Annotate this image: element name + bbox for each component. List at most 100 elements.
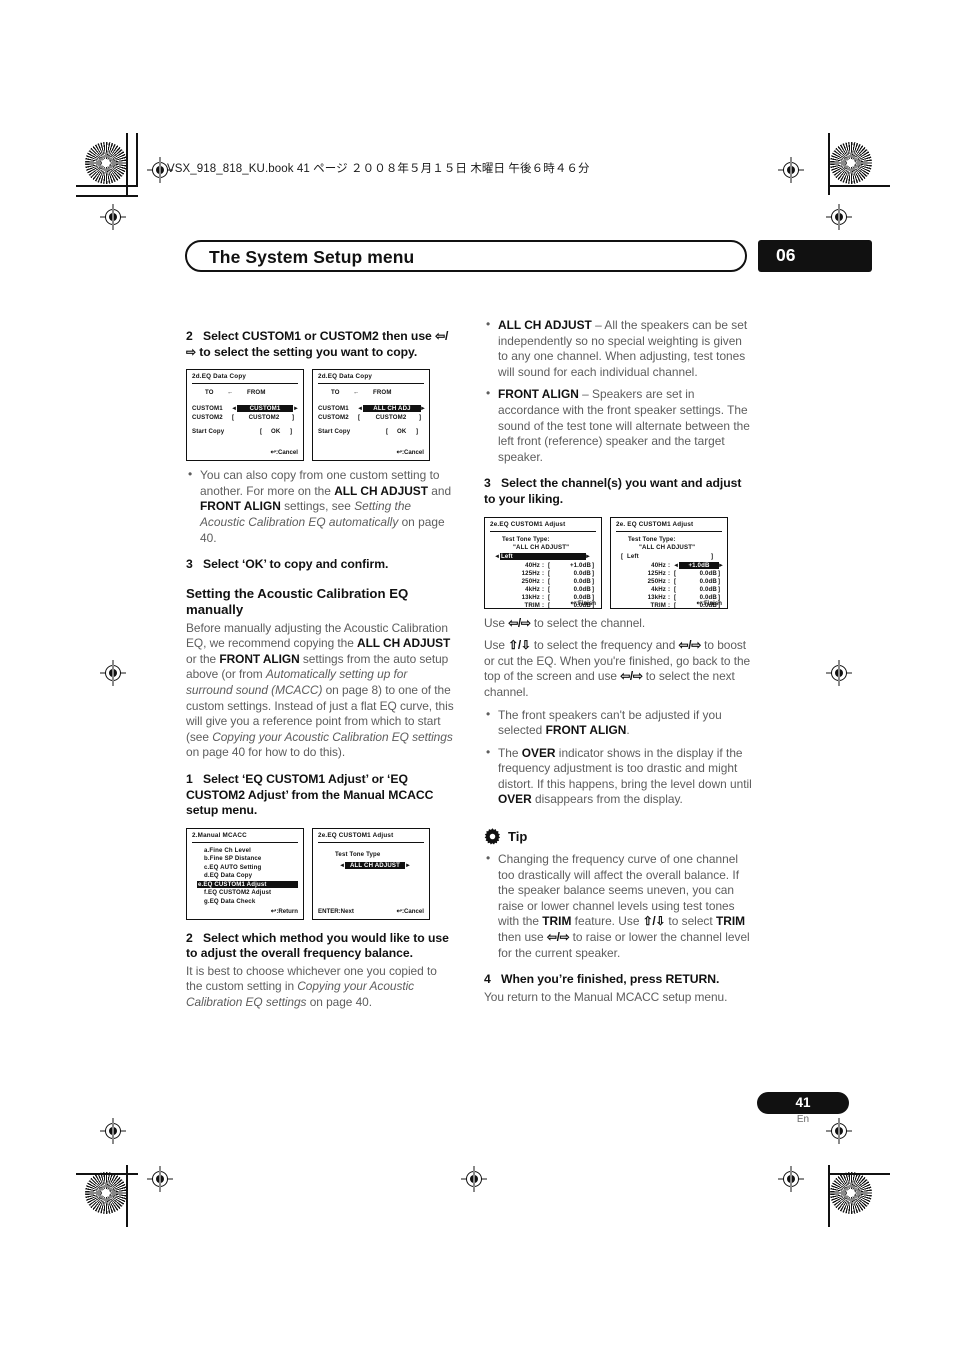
left-right-arrow-glyph: ⇦/⇨	[508, 615, 531, 630]
term-front-align: FRONT ALIGN	[498, 387, 579, 402]
lcd-freq-open-3: [	[548, 585, 551, 593]
bullet-tip-trim: Changing the frequency curve of one chan…	[484, 851, 754, 961]
lcd-divider	[192, 383, 298, 385]
lcd-freq-close-1: ]	[718, 569, 721, 577]
lcd-screen-data-copy-1: 2d.EQ Data Copy TO ← FROM CUSTOM1 ◄ CUST…	[186, 369, 304, 462]
lcd-freq-close-3: ]	[718, 585, 721, 593]
lcd-freq-label-1: 125Hz	[521, 569, 540, 577]
lcd-freq-label-2: 250Hz	[647, 577, 666, 585]
lcd-freq-value-2: 0.0dB	[573, 577, 591, 585]
lcd-menu-item-d: d.EQ Data Copy	[204, 872, 253, 880]
lcd-screens-data-copy: 2d.EQ Data Copy TO ← FROM CUSTOM1 ◄ CUST…	[186, 369, 456, 462]
registration-mark-left-upper	[99, 204, 126, 230]
lcd-freq-sep-1: :	[542, 569, 545, 577]
lcd-footer-finish: ↩:Finish	[570, 599, 596, 607]
lcd-trim-label: TRIM	[524, 601, 540, 609]
step-3-select-ok: 3 Select ‘OK’ to copy and confirm.	[186, 557, 456, 573]
lcd-freq-sep-1: :	[668, 569, 671, 577]
lcd-divider	[616, 530, 722, 532]
step-number: 2	[186, 329, 193, 343]
para-text-1: Use	[484, 615, 509, 630]
step-1-select-eq-custom: 1 Select ‘EQ CUSTOM1 Adjust’ or ‘EQ CUSTO…	[186, 772, 456, 819]
term-front-align: FRONT ALIGN	[200, 499, 281, 514]
lcd-row2-value: CUSTOM2	[375, 414, 407, 422]
dash-separator: –	[591, 318, 605, 332]
lcd-channel-close: ]	[711, 552, 714, 560]
right-column: ALL CH ADJUST – All the speakers can be …	[484, 317, 754, 1005]
lcd-freq-value-2: 0.0dB	[699, 577, 717, 585]
lcd-footer-text: :Finish	[576, 599, 596, 607]
lcd-screen-manual-mcacc: 2.Manual MCACC a.Fine Ch Level b.Fine SP…	[186, 827, 304, 920]
lcd-header-from: FROM	[247, 389, 266, 397]
lcd-tone-label: Test Tone Type:	[502, 535, 550, 543]
tip-text-3: to select	[665, 914, 716, 929]
registration-mark-bottom-right	[777, 1166, 804, 1192]
step-3-select-channels: 3 Select the channel(s) you want and adju…	[484, 476, 754, 507]
lcd-freq-label-1: 125Hz	[647, 569, 666, 577]
para-text-2: to select the channel.	[530, 615, 646, 630]
lcd-tone-type-value: ALL CH ADJUST	[345, 861, 405, 869]
tip-section: Tip Changing the frequency curve of one …	[484, 828, 754, 961]
bullet-text-3: disappears from the display.	[531, 792, 683, 807]
step-text: Select the channel(s) you want and adjus…	[484, 476, 742, 506]
lcd-row1-value: ALL CH ADJ	[363, 405, 421, 413]
tip-label: Tip	[508, 829, 528, 845]
lcd-footer-text: :Cancel	[401, 907, 424, 915]
lcd-freq-open-2: [	[674, 577, 677, 585]
lcd-menu-item-g: g.EQ Data Check	[204, 897, 256, 905]
lcd-channel-right-caret: ►	[585, 552, 592, 560]
chapter-badge: 06	[758, 240, 872, 272]
para-text-2: or the	[186, 651, 220, 666]
step-text: Select which method you would like to us…	[186, 930, 449, 961]
lcd-row1-right-caret: ►	[293, 405, 300, 413]
up-down-arrow-glyph: ⇧/⇩	[508, 638, 531, 653]
lcd-footer-text: :Cancel	[401, 449, 424, 457]
step-number: 2	[186, 930, 193, 945]
lcd-row2-close: ]	[292, 414, 295, 422]
lcd-screen-eq-adjust-channel: 2e.EQ CUSTOM1 Adjust Test Tone Type: "AL…	[484, 516, 602, 609]
print-file-line: VSX_918_818_KU.book 41 ページ ２００８年５月１５日 木曜…	[167, 163, 590, 175]
term-front-align: FRONT ALIGN	[219, 651, 300, 666]
lcd-title: 2d.EQ Data Copy	[318, 373, 373, 381]
lcd-freq-close-3: ]	[592, 585, 595, 593]
term-all-ch-adjust: ALL CH ADJUST	[357, 636, 451, 651]
lcd-freq-label-2: 250Hz	[521, 577, 540, 585]
lcd-menu-item-f: f.EQ CUSTOM2 Adjust	[204, 889, 272, 897]
lcd-trim-open: [	[674, 601, 677, 609]
lcd-footer-return: ↩:Return	[271, 907, 298, 915]
lcd-freq-right-caret: ►	[718, 561, 725, 569]
lcd-right-caret: ►	[405, 861, 412, 869]
bullet-text-2: .	[626, 723, 630, 738]
lcd-divider	[490, 530, 596, 532]
lcd-start-open: [	[260, 428, 263, 436]
lcd-title: 2e. EQ CUSTOM1 Adjust	[616, 520, 694, 528]
paragraph-use-select-frequency: Use ⇧/⇩ to select the frequency and ⇦/⇨ …	[484, 638, 754, 700]
step-2-select-custom: 2 Select CUSTOM1 or CUSTOM2 then use ⇦/⇨ …	[186, 329, 456, 360]
lcd-start-close: ]	[290, 428, 293, 436]
lcd-freq-label-0: 40Hz	[651, 561, 666, 569]
lcd-freq-label-3: 4kHz	[651, 585, 666, 593]
lcd-title: 2e.EQ CUSTOM1 Adjust	[318, 831, 394, 839]
lcd-freq-open-4: [	[674, 593, 677, 601]
step-2-select-method: 2 Select which method you would like to u…	[186, 931, 456, 962]
bullet-front-align: FRONT ALIGN – Speakers are set in accord…	[484, 386, 754, 465]
lcd-channel-value: Left	[500, 552, 586, 560]
paragraph-return-note: You return to the Manual MCACC setup men…	[484, 989, 728, 1004]
registration-mark-right-upper	[825, 204, 852, 230]
tip-text-2: feature. Use	[571, 914, 643, 929]
lcd-header-from: FROM	[373, 389, 392, 397]
term-over-2: OVER	[498, 792, 532, 807]
bullet-text-3: settings, see	[280, 499, 355, 514]
lcd-freq-label-0: 40Hz	[525, 561, 540, 569]
lcd-menu-item-b: b.Fine SP Distance	[204, 855, 262, 863]
lcd-freq-open-0: [	[548, 561, 551, 569]
registration-mark-left-mid	[99, 660, 126, 686]
bullet-all-ch-adjust: ALL CH ADJUST – All the speakers can be …	[484, 317, 754, 380]
lcd-screen-eq-adjust-frequency: 2e. EQ CUSTOM1 Adjust Test Tone Type: "A…	[610, 516, 728, 609]
lcd-row1-right-caret: ►	[420, 405, 427, 413]
paragraph-manual-intro: Before manually adjusting the Acoustic C…	[186, 621, 456, 761]
step-text-part1: Select CUSTOM1 or CUSTOM2 then use	[203, 329, 436, 343]
registration-mark-top-right	[777, 157, 804, 183]
lcd-trim-open: [	[548, 601, 551, 609]
lcd-tone-value: "ALL CH ADJUST"	[513, 543, 570, 551]
